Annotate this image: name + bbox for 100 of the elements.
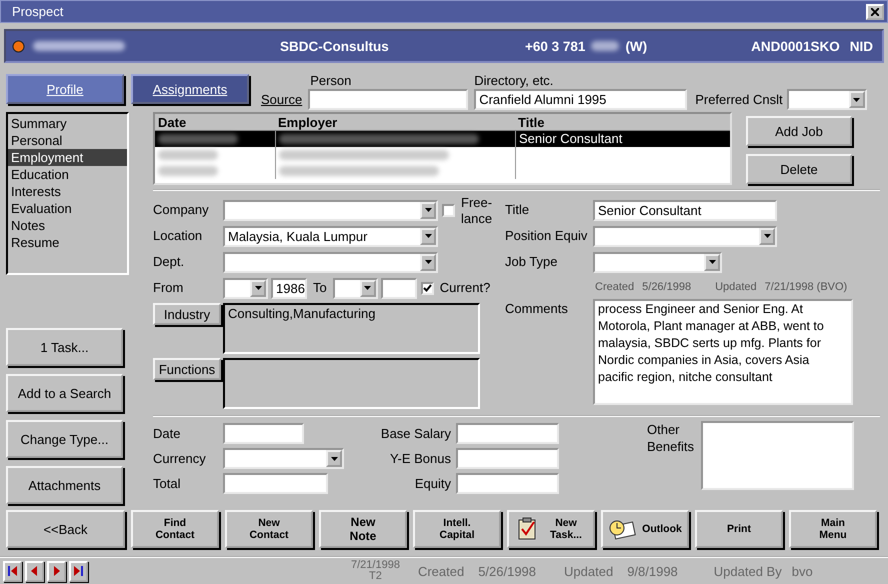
- created-label: Created: [595, 281, 634, 294]
- section-item[interactable]: Resume: [8, 234, 127, 252]
- toolbar-button[interactable]: Intell. Capital: [413, 510, 501, 548]
- caret-icon: [853, 98, 860, 102]
- person-field[interactable]: [308, 89, 468, 110]
- side-button[interactable]: Attachments: [6, 466, 123, 504]
- job-title-field[interactable]: Senior Consultant: [593, 200, 777, 221]
- total-field[interactable]: [223, 473, 328, 494]
- caret-icon: [330, 456, 338, 461]
- toolbar-button[interactable]: New Task...: [507, 510, 595, 548]
- company-dropdown[interactable]: [223, 200, 438, 221]
- toolbar-button[interactable]: New Contact: [225, 510, 313, 548]
- other-benefits-field[interactable]: [701, 421, 854, 490]
- field-label: Currency: [153, 450, 207, 468]
- section-item[interactable]: Employment: [8, 149, 127, 166]
- section-item[interactable]: Education: [8, 166, 127, 184]
- created-date: 5/26/1998: [642, 281, 692, 294]
- field-label: Position Equiv: [505, 227, 588, 246]
- side-button[interactable]: Change Type...: [6, 420, 123, 458]
- triangle-left-icon: [30, 566, 39, 576]
- first-record-button[interactable]: [3, 560, 22, 582]
- side-button[interactable]: Add to a Search: [6, 374, 123, 412]
- field-label: Dept.: [153, 253, 186, 272]
- department-dropdown[interactable]: [223, 252, 438, 273]
- section-item[interactable]: Summary: [8, 115, 127, 132]
- toolbar-button[interactable]: <<Back: [6, 510, 125, 548]
- window-title: Prospect: [12, 4, 64, 20]
- job-button[interactable]: Add Job: [746, 116, 852, 146]
- field-label: Other Benefits: [647, 421, 695, 456]
- bonus-field[interactable]: [456, 448, 559, 470]
- toolbar-button[interactable]: Main Menu: [789, 510, 877, 548]
- job-row[interactable]: Senior Consultant: [155, 131, 730, 148]
- checkbox[interactable]: [420, 282, 434, 295]
- industry-button[interactable]: Industry: [153, 303, 221, 326]
- close-icon: [871, 8, 879, 16]
- field-label: From: [153, 279, 184, 298]
- blurred-text: [158, 150, 218, 160]
- comments-field[interactable]: process Engineer and Senior Eng. At Motorola, Plant manager at ABB, went to malaysia, SBDC serts up mfg. Plants for Nordic companies in Asia, covers Asia pacific region, nitche consultant: [593, 299, 853, 406]
- functions-field[interactable]: [223, 358, 480, 410]
- section-item[interactable]: Notes: [8, 217, 127, 234]
- updated-by-label: Updated By: [714, 564, 782, 579]
- skip-back-icon: [8, 566, 17, 576]
- caret-icon: [424, 234, 432, 238]
- view-tab[interactable]: Assignments: [131, 74, 249, 104]
- position-dropdown[interactable]: [593, 226, 777, 247]
- job-button[interactable]: Delete: [746, 154, 852, 184]
- field-label: Directory, etc.: [474, 73, 554, 90]
- to-month-dropdown[interactable]: [332, 278, 378, 299]
- updated-label: Updated: [564, 564, 614, 579]
- blurred-phone-digits: [591, 41, 620, 52]
- envelope-clock-icon: [608, 518, 636, 540]
- caret-icon: [764, 234, 770, 238]
- side-button[interactable]: 1 Task...: [6, 328, 123, 366]
- toolbar-button[interactable]: Find Contact: [131, 510, 219, 548]
- directory-field[interactable]: Cranfield Alumni 1995: [474, 89, 688, 110]
- skip-forward-icon: [74, 566, 83, 576]
- checkbox-label: Current?: [440, 279, 490, 298]
- preferred-consultant-dropdown[interactable]: [786, 89, 867, 110]
- from-year-field[interactable]: 1986: [271, 278, 307, 299]
- toolbar-button[interactable]: Print: [695, 510, 783, 548]
- last-record-button[interactable]: [69, 560, 88, 582]
- field-label: Company: [153, 201, 210, 220]
- field-label: Equity: [414, 474, 451, 493]
- next-record-button[interactable]: [47, 560, 66, 582]
- toolbar-button[interactable]: Outlook: [601, 510, 689, 548]
- section-item[interactable]: Evaluation: [8, 200, 127, 218]
- caret-icon: [424, 208, 432, 212]
- location-dropdown[interactable]: Malaysia, Kuala Lumpur: [223, 226, 438, 247]
- job-type-dropdown[interactable]: [593, 252, 722, 273]
- field-label: Person: [309, 73, 352, 90]
- view-tab[interactable]: Profile: [6, 74, 124, 104]
- close-button[interactable]: [866, 4, 884, 20]
- date-field[interactable]: [223, 423, 304, 444]
- field-label: Date: [153, 424, 182, 443]
- caret-icon: [254, 286, 262, 290]
- industry-field[interactable]: Consulting,Manufacturing: [223, 303, 480, 354]
- section-item[interactable]: Personal: [8, 132, 127, 150]
- caret-icon: [424, 260, 432, 264]
- status-code: NID: [850, 38, 873, 54]
- equity-field[interactable]: [456, 473, 559, 494]
- toolbar-button[interactable]: New Note: [319, 510, 407, 548]
- status-dot-icon: [12, 40, 25, 53]
- updated-date: 7/21/1998 (BVO): [764, 281, 848, 294]
- column-header: Employer: [277, 114, 338, 130]
- field-label: Y-E Bonus: [389, 450, 451, 468]
- previous-record-button[interactable]: [25, 560, 44, 582]
- section-item[interactable]: Interests: [8, 183, 127, 200]
- currency-dropdown[interactable]: [223, 448, 344, 470]
- updated-date: 9/8/1998: [627, 564, 678, 579]
- functions-button[interactable]: Functions: [153, 358, 221, 380]
- field-label: Job Type: [505, 253, 559, 272]
- base-salary-field[interactable]: [456, 423, 559, 444]
- from-month-dropdown[interactable]: [223, 278, 268, 299]
- terminal-id: T2: [369, 571, 382, 582]
- caret-icon: [708, 260, 716, 264]
- to-year-field[interactable]: [380, 278, 417, 299]
- updated-label: Updated: [715, 281, 757, 294]
- checkbox[interactable]: [442, 204, 455, 217]
- caret-icon: [364, 286, 372, 290]
- field-label: Comments: [505, 300, 569, 318]
